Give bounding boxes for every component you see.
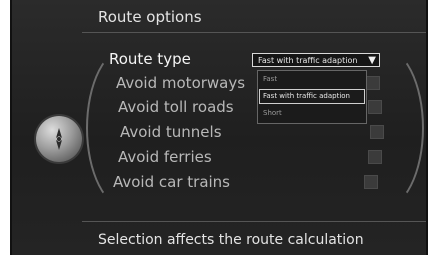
route-type-label[interactable]: Route type xyxy=(109,50,191,68)
top-divider xyxy=(82,32,426,33)
avoid-motorways-checkbox[interactable] xyxy=(366,76,380,90)
avoid-ferries-checkbox[interactable] xyxy=(368,150,382,164)
infotainment-screen: Route options Route type Avoid motorways… xyxy=(10,0,428,255)
navigation-compass-icon xyxy=(56,128,62,150)
dropdown-option-fast[interactable]: Fast xyxy=(263,75,277,83)
route-type-select[interactable]: Fast with traffic adaption ▼ xyxy=(252,53,380,67)
dropdown-option-fast-with-traffic[interactable]: Fast with traffic adaption xyxy=(263,92,350,100)
avoid-motorways-label[interactable]: Avoid motorways xyxy=(116,74,245,92)
route-type-dropdown: Fast Fast with traffic adaption Short xyxy=(257,70,367,124)
avoid-ferries-label[interactable]: Avoid ferries xyxy=(118,148,212,166)
route-type-select-value: Fast with traffic adaption xyxy=(258,56,358,65)
avoid-toll-roads-checkbox[interactable] xyxy=(368,100,382,114)
caret-down-icon[interactable]: ▼ xyxy=(368,54,376,68)
page-title: Route options xyxy=(98,8,202,26)
dropdown-option-short[interactable]: Short xyxy=(263,109,282,117)
bottom-divider xyxy=(82,221,426,222)
avoid-tunnels-checkbox[interactable] xyxy=(370,125,384,139)
avoid-tunnels-label[interactable]: Avoid tunnels xyxy=(120,123,222,141)
navigation-knob[interactable] xyxy=(36,116,82,162)
avoid-car-trains-label[interactable]: Avoid car trains xyxy=(113,173,230,191)
avoid-car-trains-checkbox[interactable] xyxy=(364,175,378,189)
avoid-toll-roads-label[interactable]: Avoid toll roads xyxy=(118,98,234,116)
footer-hint: Selection affects the route calculation xyxy=(98,232,364,248)
